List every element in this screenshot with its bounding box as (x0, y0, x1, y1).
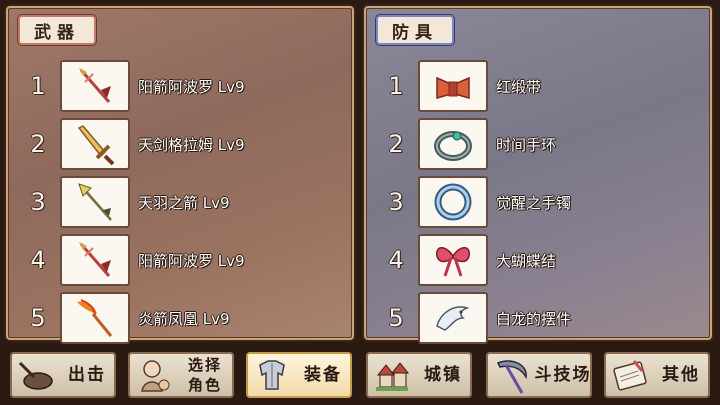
character-icon (132, 353, 176, 397)
armor-panel: 防具 1 红缎带 2 时间手环 3 觉醒之手镯 4 大蝴蝶结 5 白龙的摆件 (362, 4, 714, 344)
weapon-name: 阳箭阿波罗 Lv9 (138, 77, 245, 96)
select-character-line2: 角色 (187, 376, 222, 394)
armor-name: 白龙的摆件 (496, 309, 572, 328)
town-label: 城镇 (424, 365, 462, 385)
slot-number: 5 (30, 304, 46, 332)
slot-number: 2 (388, 130, 404, 158)
armor-slot-1[interactable]: 1 红缎带 (378, 60, 698, 112)
armor-name: 大蝴蝶结 (496, 251, 557, 270)
equipment-label: 装备 (304, 365, 342, 385)
bow-icon (418, 234, 488, 286)
red-arrow-icon (60, 60, 130, 112)
weapon-slot-2[interactable]: 2 天剑格拉姆 Lv9 (20, 118, 340, 170)
armor-tab: 防具 (376, 15, 454, 45)
notebook-icon (608, 353, 652, 397)
slot-number: 2 (30, 130, 46, 158)
town-icon (370, 353, 414, 397)
armor-icon (250, 353, 294, 397)
white-dragon-icon (418, 292, 488, 344)
weapons-tab: 武器 (18, 15, 96, 45)
other-label: 其他 (662, 365, 700, 385)
red-ribbon-icon (418, 60, 488, 112)
bracelet-icon (418, 118, 488, 170)
slot-number: 4 (388, 246, 404, 274)
flame-arrow-icon (60, 292, 130, 344)
weapon-slot-1[interactable]: 1 阳箭阿波罗 Lv9 (20, 60, 340, 112)
slot-number: 1 (388, 72, 404, 100)
slot-number: 4 (30, 246, 46, 274)
sortie-button[interactable]: 出击 (8, 350, 118, 400)
ring-icon (418, 176, 488, 228)
bottom-menu-bar: 出击 选择 角色 装备 城镇 斗技场 其他 (0, 346, 720, 405)
slot-number: 5 (388, 304, 404, 332)
weapons-panel: 武器 1 阳箭阿波罗 Lv9 2 天剑格拉姆 Lv9 3 天羽之箭 Lv9 4 … (4, 4, 356, 344)
sortie-label: 出击 (68, 365, 106, 385)
weapon-name: 天羽之箭 Lv9 (138, 193, 230, 212)
weapon-slot-4[interactable]: 4 阳箭阿波罗 Lv9 (20, 234, 340, 286)
weapon-name: 阳箭阿波罗 Lv9 (138, 251, 245, 270)
slot-number: 3 (388, 188, 404, 216)
feather-arrow-icon (60, 176, 130, 228)
equipment-button[interactable]: 装备 (244, 350, 354, 400)
arena-label: 斗技场 (534, 365, 592, 385)
armor-name: 红缎带 (496, 77, 542, 96)
armor-name: 觉醒之手镯 (496, 193, 572, 212)
armor-slot-3[interactable]: 3 觉醒之手镯 (378, 176, 698, 228)
armor-name: 时间手环 (496, 135, 557, 154)
select-character-button[interactable]: 选择 角色 (126, 350, 236, 400)
scythe-icon (490, 353, 534, 397)
armor-slot-5[interactable]: 5 白龙的摆件 (378, 292, 698, 344)
slot-number: 3 (30, 188, 46, 216)
armor-slot-2[interactable]: 2 时间手环 (378, 118, 698, 170)
pot-icon (14, 353, 58, 397)
town-button[interactable]: 城镇 (364, 350, 474, 400)
arena-button[interactable]: 斗技场 (484, 350, 594, 400)
slot-number: 1 (30, 72, 46, 100)
weapon-name: 天剑格拉姆 Lv9 (138, 135, 245, 154)
armor-slot-4[interactable]: 4 大蝴蝶结 (378, 234, 698, 286)
other-button[interactable]: 其他 (602, 350, 712, 400)
weapon-name: 炎箭凤凰 Lv9 (138, 309, 230, 328)
select-character-label: 选择 角色 (176, 355, 234, 395)
weapon-slot-3[interactable]: 3 天羽之箭 Lv9 (20, 176, 340, 228)
select-character-line1: 选择 (187, 356, 222, 374)
red-arrow-icon (60, 234, 130, 286)
golden-sword-icon (60, 118, 130, 170)
weapon-slot-5[interactable]: 5 炎箭凤凰 Lv9 (20, 292, 340, 344)
